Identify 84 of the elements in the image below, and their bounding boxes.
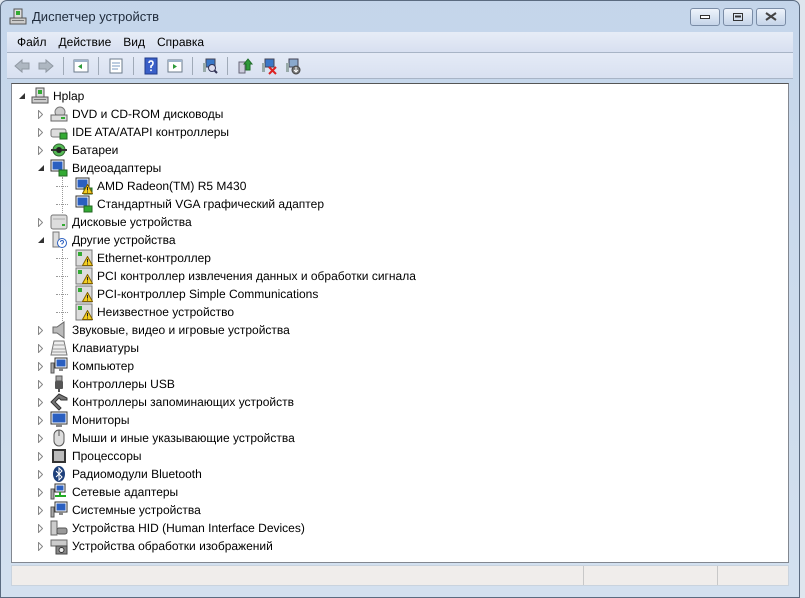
expand-arrow-icon[interactable] xyxy=(38,362,43,370)
maximize-icon xyxy=(733,12,743,20)
network-adapter-icon xyxy=(50,483,68,501)
close-button[interactable] xyxy=(756,8,786,26)
computer-icon xyxy=(50,501,68,519)
bluetooth-icon xyxy=(50,465,68,483)
menu-item[interactable]: Файл xyxy=(11,32,53,52)
expand-arrow-icon[interactable] xyxy=(38,470,43,478)
tree-item[interactable]: Компьютер xyxy=(71,357,136,375)
tree-item[interactable]: Устройства HID (Human Interface Devices) xyxy=(71,519,306,537)
tree-item[interactable]: Мониторы xyxy=(71,411,130,429)
tree-item[interactable]: Контроллеры запоминающих устройств xyxy=(71,393,295,411)
monitor-card-icon xyxy=(75,195,93,213)
tree-item[interactable]: Сетевые адаптеры xyxy=(71,483,180,501)
expand-arrow-icon[interactable] xyxy=(38,452,43,460)
tree-item[interactable]: IDE ATA/ATAPI контроллеры xyxy=(71,123,230,141)
battery-plug-icon xyxy=(50,141,68,159)
help-icon xyxy=(142,56,160,74)
expand-arrow-icon[interactable] xyxy=(38,542,43,550)
minimize-button[interactable] xyxy=(690,8,720,26)
tree-item[interactable]: Процессоры xyxy=(71,447,142,465)
disable-icon xyxy=(260,56,278,74)
expand-arrow-icon[interactable] xyxy=(38,218,43,226)
tree-item[interactable]: Другие устройства xyxy=(71,231,177,249)
tree-item[interactable]: Стандартный VGA графический адаптер xyxy=(96,195,325,213)
unknown-device-icon xyxy=(50,231,68,249)
collapse-arrow-icon[interactable] xyxy=(38,237,44,243)
expand-arrow-icon[interactable] xyxy=(38,398,43,406)
expand-arrow-icon[interactable] xyxy=(38,326,43,334)
tree-item[interactable]: Устройства обработки изображений xyxy=(71,537,274,555)
tree-item[interactable]: Мыши и иные указывающие устройства xyxy=(71,429,296,447)
expand-arrow-icon[interactable] xyxy=(38,488,43,496)
keyboard-icon xyxy=(50,339,68,357)
tree-item[interactable]: PCI контроллер извлечения данных и обработки сигнала xyxy=(96,267,417,285)
tree-item[interactable]: Дисковые устройства xyxy=(71,213,193,231)
app-icon xyxy=(9,8,27,26)
close-icon xyxy=(765,12,777,21)
tree-item[interactable]: Ethernet-контроллер xyxy=(96,249,212,267)
expand-arrow-icon[interactable] xyxy=(38,128,43,136)
tree-item[interactable]: Контроллеры USB xyxy=(71,375,176,393)
expand-arrow-icon[interactable] xyxy=(38,434,43,442)
tree-item[interactable]: PCI-контроллер Simple Communications xyxy=(96,285,320,303)
disk-drive-icon xyxy=(50,213,68,231)
tree-item[interactable]: Видеоадаптеры xyxy=(71,159,162,177)
processor-icon xyxy=(50,447,68,465)
expand-arrow-icon[interactable] xyxy=(38,524,43,532)
back-arrow-icon xyxy=(13,56,31,74)
window-title: Диспетчер устройств xyxy=(32,8,160,26)
minimize-icon xyxy=(700,14,710,18)
computer-icon xyxy=(31,87,49,105)
tree-item[interactable]: Радиомодули Bluetooth xyxy=(71,465,203,483)
scan-icon xyxy=(201,56,219,74)
menu-item[interactable]: Справка xyxy=(151,32,210,52)
expand-arrow-icon[interactable] xyxy=(38,506,43,514)
monitor-icon xyxy=(50,411,68,429)
tree-item[interactable]: Клавиатуры xyxy=(71,339,140,357)
tree-item[interactable]: Звуковые, видео и игровые устройства xyxy=(71,321,291,339)
disc-drive-icon xyxy=(50,105,68,123)
tree-item[interactable]: Батареи xyxy=(71,141,120,159)
expand-arrow-icon[interactable] xyxy=(38,416,43,424)
menu-item[interactable]: Вид xyxy=(117,32,151,52)
pane-icon xyxy=(166,56,184,74)
expand-arrow-icon[interactable] xyxy=(38,110,43,118)
tree-item[interactable]: Неизвестное устройство xyxy=(96,303,236,321)
properties-icon xyxy=(107,56,125,74)
scanner-camera-icon xyxy=(50,537,68,555)
computer-icon xyxy=(50,357,68,375)
tree-item[interactable]: DVD и CD-ROM дисководы xyxy=(71,105,224,123)
tree-item[interactable]: Hplap xyxy=(52,87,86,105)
expand-arrow-icon[interactable] xyxy=(38,344,43,352)
collapse-arrow-icon[interactable] xyxy=(19,93,25,99)
forward-arrow-icon xyxy=(37,56,55,74)
uninstall-icon xyxy=(284,56,302,74)
maximize-button[interactable] xyxy=(723,8,753,26)
collapse-arrow-icon[interactable] xyxy=(38,165,44,171)
storage-controller-icon xyxy=(50,393,68,411)
update-icon xyxy=(236,56,254,74)
menu-item[interactable]: Действие xyxy=(52,32,118,52)
tree-item[interactable]: AMD Radeon(TM) R5 M430 xyxy=(96,177,248,195)
expand-arrow-icon[interactable] xyxy=(38,146,43,154)
pane-icon xyxy=(72,56,90,74)
expand-arrow-icon[interactable] xyxy=(38,380,43,388)
monitor-card-icon xyxy=(50,159,68,177)
tree-item[interactable]: Системные устройства xyxy=(71,501,202,519)
